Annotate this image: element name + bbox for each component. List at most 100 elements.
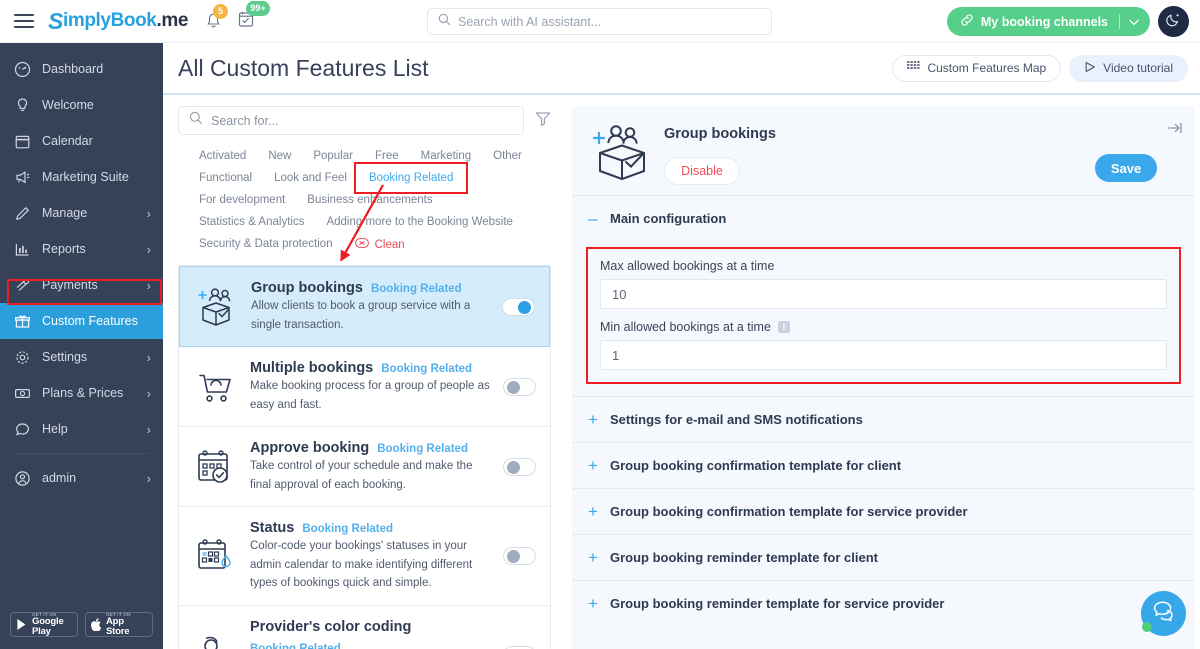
search-input[interactable]: Search for... <box>178 106 524 135</box>
section-header-email-sms-notifications[interactable]: + Settings for e-mail and SMS notificati… <box>572 396 1195 442</box>
sidebar-item-help[interactable]: Help › <box>0 411 163 447</box>
search-icon <box>438 13 451 31</box>
detail-title: Group bookings <box>664 126 1181 142</box>
feature-title: Group bookings <box>251 280 363 296</box>
sidebar-item-payments[interactable]: Payments › <box>0 267 163 303</box>
feature-row-status[interactable]: Status Booking Related Color-code your b… <box>179 507 550 606</box>
feature-row-group-bookings[interactable]: Group bookings Booking Related Allow cli… <box>179 266 550 347</box>
google-play-badge[interactable]: GET IT ON Google Play <box>10 612 78 637</box>
tasks-button[interactable]: 99+ <box>238 10 254 33</box>
filter-icon[interactable] <box>535 111 551 131</box>
expand-plus-icon: + <box>588 595 600 612</box>
logo[interactable]: SimplyBook.me <box>48 8 188 35</box>
feature-toggle[interactable] <box>503 378 536 396</box>
filter-tag-functional[interactable]: Functional <box>188 167 263 189</box>
chevron-right-icon: › <box>147 422 151 437</box>
top-bar: SimplyBook.me 5 99+ Search with AI assis… <box>0 0 1200 43</box>
filter-tag-new[interactable]: New <box>257 145 302 167</box>
chat-bubbles-icon <box>1152 600 1176 627</box>
content-area: Search for... Activated New Popular Free… <box>163 95 1200 649</box>
toggle-knob <box>507 461 520 474</box>
ai-search-input[interactable]: Search with AI assistant... <box>427 8 772 35</box>
max-bookings-input[interactable]: 10 <box>600 279 1167 309</box>
sidebar-item-custom-features[interactable]: Custom Features <box>0 303 163 339</box>
clear-filters-button[interactable]: Clean <box>344 233 416 256</box>
min-bookings-input[interactable]: 1 <box>600 340 1167 370</box>
feature-toggle[interactable] <box>502 298 535 316</box>
filter-tag-popular[interactable]: Popular <box>302 145 364 167</box>
play-icon <box>1084 61 1096 76</box>
tasks-badge: 99+ <box>246 1 270 16</box>
sidebar-item-welcome[interactable]: Welcome <box>0 87 163 123</box>
bulb-icon <box>14 97 34 114</box>
page-title: All Custom Features List <box>178 55 429 82</box>
feature-toggle[interactable] <box>503 458 536 476</box>
section-header-confirmation-template-client[interactable]: + Group booking confirmation template fo… <box>572 442 1195 488</box>
filter-tag-activated[interactable]: Activated <box>188 145 257 167</box>
theme-toggle-button[interactable] <box>1158 6 1189 37</box>
feature-row-multiple-bookings[interactable]: Multiple bookings Booking Related Make b… <box>179 347 550 427</box>
filter-tag-for-development[interactable]: For development <box>188 189 296 211</box>
chevron-down-icon[interactable] <box>1129 15 1139 29</box>
sidebar-item-manage[interactable]: Manage › <box>0 195 163 231</box>
sidebar-item-account[interactable]: admin › <box>0 460 163 496</box>
expand-plus-icon: + <box>588 549 600 566</box>
feature-row-providers-color-coding[interactable]: Provider's color coding Booking Related … <box>179 606 550 649</box>
feature-detail-panel: Group bookings Disable Save – Main confi… <box>572 106 1195 649</box>
sidebar-item-calendar[interactable]: Calendar <box>0 123 163 159</box>
min-bookings-label-text: Min allowed bookings at a time <box>600 320 771 334</box>
my-booking-channels-button[interactable]: My booking channels <box>947 7 1150 36</box>
section-header-reminder-template-provider[interactable]: + Group booking reminder template for se… <box>572 580 1195 626</box>
filter-tag-security-data-protection[interactable]: Security & Data protection <box>188 233 344 256</box>
sidebar-item-label: Dashboard <box>42 62 151 76</box>
disable-feature-button[interactable]: Disable <box>664 157 740 185</box>
money-icon <box>14 277 34 294</box>
clear-filters-label: Clean <box>375 239 405 251</box>
filter-tag-booking-related[interactable]: Booking Related <box>358 167 464 189</box>
video-tutorial-button[interactable]: Video tutorial <box>1069 55 1188 82</box>
filter-tags: Activated New Popular Free Marketing Oth… <box>178 135 551 256</box>
chevron-right-icon: › <box>147 278 151 293</box>
sidebar-item-marketing-suite[interactable]: Marketing Suite <box>0 159 163 195</box>
section-header-confirmation-template-provider[interactable]: + Group booking confirmation template fo… <box>572 488 1195 534</box>
feature-row-approve-booking[interactable]: Approve booking Booking Related Take con… <box>179 427 550 507</box>
notifications-button[interactable]: 5 <box>206 13 221 30</box>
sidebar-item-plans-prices[interactable]: Plans & Prices › <box>0 375 163 411</box>
filter-tag-other[interactable]: Other <box>482 145 533 167</box>
filter-tag-adding-more-booking-website[interactable]: Adding more to the Booking Website <box>315 211 523 233</box>
sidebar-item-reports[interactable]: Reports › <box>0 231 163 267</box>
info-icon[interactable]: i <box>778 321 790 333</box>
chat-support-button[interactable] <box>1141 591 1186 636</box>
filter-tag-look-and-feel[interactable]: Look and Feel <box>263 167 358 189</box>
grid-map-icon <box>907 61 920 75</box>
custom-features-map-button[interactable]: Custom Features Map <box>892 55 1061 82</box>
sidebar-item-label: Plans & Prices <box>42 386 147 400</box>
section-title: Group booking reminder template for clie… <box>610 550 878 565</box>
filter-tag-statistics-analytics[interactable]: Statistics & Analytics <box>188 211 315 233</box>
bar-chart-icon <box>14 241 34 258</box>
filter-tag-business-enhancements[interactable]: Business enhancements <box>296 189 443 211</box>
filter-tag-marketing[interactable]: Marketing <box>410 145 483 167</box>
feature-description: Take control of your schedule and make t… <box>250 460 472 491</box>
feature-toggle[interactable] <box>503 547 536 565</box>
megaphone-icon <box>14 169 34 186</box>
button-divider <box>1119 14 1120 29</box>
filter-tag-free[interactable]: Free <box>364 145 410 167</box>
main-configuration-body: Max allowed bookings at a time 10 Min al… <box>572 241 1195 396</box>
save-button[interactable]: Save <box>1095 154 1157 182</box>
section-header-main-configuration[interactable]: – Main configuration <box>572 195 1195 241</box>
sidebar-item-dashboard[interactable]: Dashboard <box>0 51 163 87</box>
feature-category: Booking Related <box>250 643 341 649</box>
section-title: Group booking confirmation template for … <box>610 504 968 519</box>
feature-title: Multiple bookings <box>250 360 373 376</box>
hamburger-icon[interactable] <box>14 14 34 28</box>
collapse-right-icon[interactable] <box>1167 121 1183 140</box>
section-header-reminder-template-client[interactable]: + Group booking reminder template for cl… <box>572 534 1195 580</box>
sidebar-item-settings[interactable]: Settings › <box>0 339 163 375</box>
search-placeholder: Search for... <box>211 114 278 128</box>
app-store-badge[interactable]: GET IT ON App Store <box>85 612 153 637</box>
feature-category: Booking Related <box>302 523 393 535</box>
max-bookings-label: Max allowed bookings at a time <box>600 259 1167 273</box>
section-title: Settings for e-mail and SMS notification… <box>610 412 863 427</box>
sidebar-item-label: Welcome <box>42 98 151 112</box>
